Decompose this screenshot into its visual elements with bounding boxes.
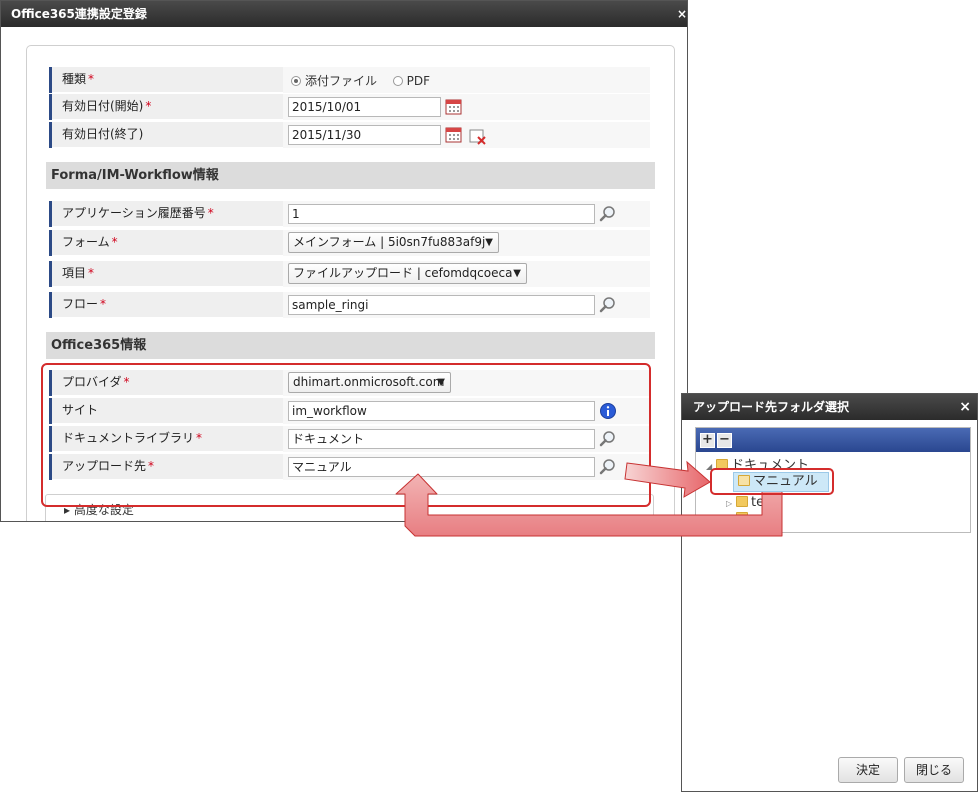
office365-highlight-box — [41, 363, 651, 507]
type-value: 添付ファイル PDF — [283, 67, 650, 93]
search-icon[interactable] — [599, 296, 617, 314]
tree-highlight-box — [710, 468, 834, 495]
form-label: フォーム * — [49, 230, 281, 256]
attachment-radio[interactable] — [291, 76, 301, 86]
close-icon[interactable]: × — [673, 1, 687, 27]
office365-settings-dialog: Office365連携設定登録 × 種類 * 添付ファイル PDF 有効日付(開始… — [0, 0, 688, 522]
end-date-label: 有効日付(終了) — [49, 122, 281, 148]
tree-node-other[interactable]: ▷ — [726, 511, 751, 526]
item-label: 項目 * — [49, 261, 281, 287]
item-row: 項目 * ファイルアップロード | cefomdqcoeca ▼ — [49, 261, 650, 287]
flow-input[interactable]: sample_ringi — [288, 295, 595, 315]
forma-section-header: Forma/IM-Workflow情報 — [46, 162, 655, 189]
start-date-label: 有効日付(開始) * — [49, 94, 281, 120]
tree-selection-overlay: マニュアル — [681, 393, 978, 513]
start-date-input[interactable]: 2015/10/01 — [288, 97, 441, 117]
form-row: フォーム * メインフォーム | 5i0sn7fu883af9j ▼ — [49, 230, 650, 256]
pdf-radio-label[interactable]: PDF — [407, 74, 430, 88]
app-history-label: アプリケーション履歴番号 * — [49, 201, 281, 227]
dialog-titlebar[interactable]: Office365連携設定登録 × — [1, 1, 687, 27]
dialog-title: Office365連携設定登録 — [11, 7, 147, 21]
form-select[interactable]: メインフォーム | 5i0sn7fu883af9j ▼ — [288, 232, 499, 253]
end-date-input[interactable]: 2015/11/30 — [288, 125, 441, 145]
chevron-down-icon: ▼ — [513, 268, 521, 279]
attachment-radio-label[interactable]: 添付ファイル — [305, 74, 377, 88]
type-row: 種類 * 添付ファイル PDF — [49, 67, 650, 93]
type-label: 種類 * — [49, 67, 281, 93]
calendar-icon[interactable] — [445, 98, 463, 116]
search-icon[interactable] — [599, 205, 617, 223]
flow-row: フロー * sample_ringi — [49, 292, 650, 318]
close-button[interactable]: 閉じる — [904, 757, 964, 783]
calendar-icon[interactable] — [445, 126, 463, 144]
app-history-row: アプリケーション履歴番号 * 1 — [49, 201, 650, 227]
chevron-down-icon: ▼ — [485, 237, 493, 248]
required-mark: * — [88, 72, 95, 86]
ok-button[interactable]: 決定 — [838, 757, 898, 783]
expand-icon[interactable]: ▷ — [726, 515, 736, 524]
folder-icon — [736, 512, 748, 523]
flow-label: フロー * — [49, 292, 281, 318]
clear-date-icon[interactable] — [469, 128, 487, 146]
start-date-row: 有効日付(開始) * 2015/10/01 — [49, 94, 650, 120]
pdf-radio[interactable] — [392, 76, 403, 86]
app-history-input[interactable]: 1 — [288, 204, 595, 224]
end-date-row: 有効日付(終了) 2015/11/30 — [49, 122, 650, 148]
office365-section-header: Office365情報 — [46, 332, 655, 359]
item-select[interactable]: ファイルアップロード | cefomdqcoeca ▼ — [288, 263, 527, 284]
